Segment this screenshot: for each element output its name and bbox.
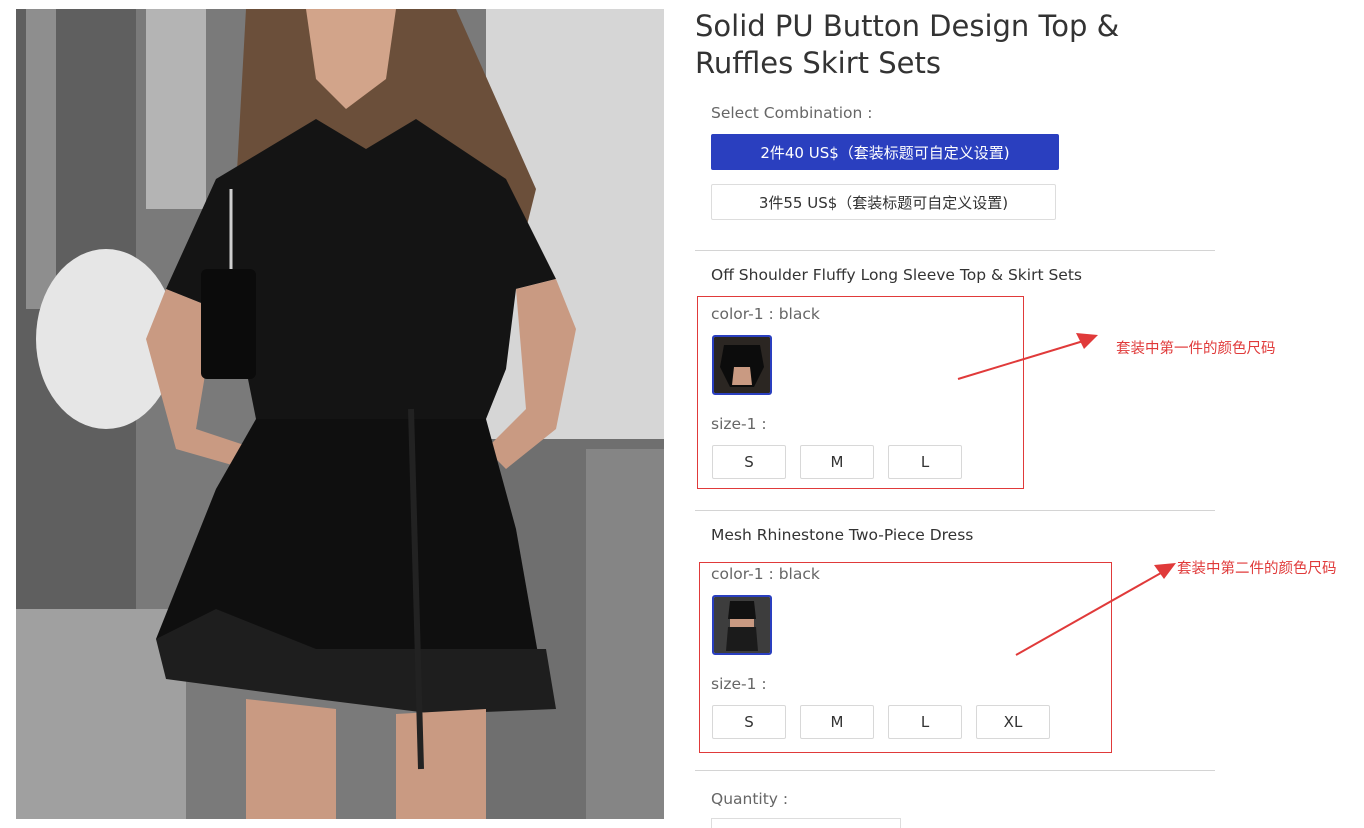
quantity-label: Quantity : — [711, 790, 789, 808]
product-image — [16, 9, 664, 819]
annotation-arrow-1 — [957, 333, 1098, 380]
item-2-size-xl[interactable]: XL — [976, 705, 1050, 739]
quantity-stepper[interactable] — [711, 818, 901, 828]
divider — [695, 510, 1215, 511]
item-1-size-l[interactable]: L — [888, 445, 962, 479]
item-2-size-label: size-1 : — [711, 675, 767, 693]
item-1-name: Off Shoulder Fluffy Long Sleeve Top & Sk… — [711, 266, 1082, 284]
item-2-size-m[interactable]: M — [800, 705, 874, 739]
combination-option-1[interactable]: 2件40 US$（套装标题可自定义设置) — [711, 134, 1059, 170]
swatch-thumbnail — [714, 337, 770, 393]
product-title: Solid PU Button Design Top & Ruffles Ski… — [695, 9, 1120, 80]
item-1-color-swatch-black[interactable] — [712, 335, 772, 395]
combination-option-2[interactable]: 3件55 US$（套装标题可自定义设置) — [711, 184, 1056, 220]
annotation-text-2: 套装中第二件的颜色尺码 — [1177, 561, 1337, 577]
item-1-color-label: color-1 : black — [711, 305, 820, 323]
item-2-size-s[interactable]: S — [712, 705, 786, 739]
item-2-color-label: color-1 : black — [711, 565, 820, 583]
item-2-color-swatch-black[interactable] — [712, 595, 772, 655]
product-photo-illustration — [16, 9, 664, 819]
item-2-name: Mesh Rhinestone Two-Piece Dress — [711, 526, 974, 544]
item-2-size-l[interactable]: L — [888, 705, 962, 739]
item-1-size-m[interactable]: M — [800, 445, 874, 479]
combination-label: Select Combination : — [711, 104, 873, 122]
divider — [695, 250, 1215, 251]
item-1-size-label: size-1 : — [711, 415, 767, 433]
annotation-arrow-2 — [1015, 563, 1176, 656]
swatch-thumbnail — [714, 597, 770, 653]
annotation-text-1: 套装中第一件的颜色尺码 — [1116, 341, 1276, 357]
divider — [695, 770, 1215, 771]
item-1-size-s[interactable]: S — [712, 445, 786, 479]
